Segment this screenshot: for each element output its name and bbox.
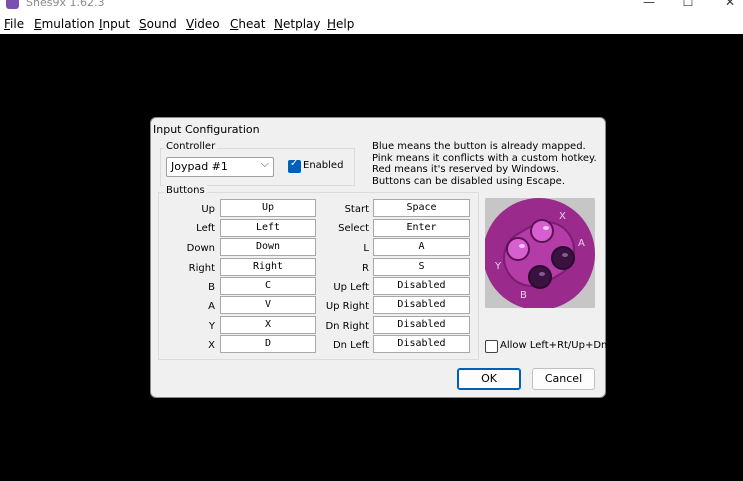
minimize-button[interactable]: —: [639, 0, 659, 11]
allow-left-right-up-down-label: Allow Left+Rt/Up+Dn: [500, 340, 608, 351]
dialog-title: Input Configuration: [153, 123, 260, 136]
controller-select-value: Joypad #1: [171, 160, 228, 173]
binding-label-b: B: [208, 282, 215, 293]
binding-field-dn-right[interactable]: Disabled: [373, 316, 470, 334]
menu-help[interactable]: Help: [327, 17, 354, 31]
legend-line: Pink means it conflicts with a custom ho…: [372, 152, 597, 164]
binding-field-up-left[interactable]: Disabled: [373, 277, 470, 295]
binding-field-select[interactable]: Enter: [373, 219, 470, 237]
enabled-label: Enabled: [303, 160, 344, 171]
binding-label-y: Y: [208, 321, 215, 332]
binding-label-dn-right: Dn Right: [325, 321, 369, 332]
binding-label-down: Down: [186, 243, 215, 254]
checkmark-icon: ✓: [290, 158, 299, 169]
snes9x-app-icon: [6, 0, 19, 9]
menu-emulation[interactable]: Emulation: [34, 17, 95, 31]
binding-label-x: X: [208, 340, 215, 351]
y-letter: Y: [494, 261, 502, 272]
binding-label-up-left: Up Left: [333, 282, 369, 293]
binding-label-r: R: [362, 263, 369, 274]
cancel-button[interactable]: Cancel: [532, 368, 595, 390]
legend-line: Blue means the button is already mapped.: [372, 141, 586, 152]
menu-netplay[interactable]: Netplay: [274, 17, 320, 31]
y-face-button: [506, 237, 530, 261]
input-configuration-dialog: Input Configuration Controller Joypad #1…: [150, 117, 608, 398]
binding-label-left: Left: [196, 223, 215, 234]
b-letter: B: [520, 290, 527, 301]
binding-field-y[interactable]: X: [220, 316, 316, 334]
chevron-down-icon: ⌵: [260, 157, 269, 170]
binding-field-a[interactable]: V: [220, 296, 316, 314]
b-face-button: [528, 265, 552, 289]
menu-bar: File Emulation Input Sound Video Cheat N…: [0, 14, 743, 34]
a-letter: A: [578, 238, 585, 249]
binding-label-a: A: [208, 301, 215, 312]
x-face-button: [530, 219, 554, 243]
menu-file[interactable]: File: [4, 17, 24, 31]
binding-field-b[interactable]: C: [220, 277, 316, 295]
binding-field-x[interactable]: D: [220, 335, 316, 353]
menu-video[interactable]: Video: [186, 17, 220, 31]
legend-line: Buttons can be disabled using Escape.: [372, 175, 565, 187]
legend-line: Red means it's reserved by Windows.: [372, 164, 560, 175]
binding-label-up: Up: [201, 204, 215, 215]
binding-field-up[interactable]: Up: [220, 199, 316, 217]
a-face-button: [551, 246, 575, 270]
enabled-checkbox[interactable]: ✓: [288, 158, 301, 173]
binding-label-dn-left: Dn Left: [332, 340, 369, 351]
menu-input[interactable]: Input: [99, 17, 130, 31]
x-letter: X: [559, 211, 566, 222]
binding-label-up-right: Up Right: [325, 301, 369, 312]
binding-field-start[interactable]: Space: [373, 199, 470, 217]
title-bar: Snes9x 1.62.3 — ☐ ✕: [0, 0, 743, 14]
controller-group-label: Controller: [164, 141, 218, 152]
maximize-button[interactable]: ☐: [678, 0, 698, 11]
snes-controller-art: X A Y B: [485, 198, 595, 308]
close-window-button[interactable]: ✕: [720, 0, 740, 11]
controller-select[interactable]: Joypad #1 ⌵: [166, 157, 274, 177]
mapping-legend: Blue means the button is already mapped.…: [372, 141, 597, 187]
controller-image: X A Y B: [485, 198, 595, 308]
allow-left-right-up-down-checkbox[interactable]: [485, 340, 498, 353]
binding-field-left[interactable]: Left: [220, 219, 316, 237]
binding-label-select: Select: [338, 223, 369, 234]
window-title: Snes9x 1.62.3: [26, 0, 105, 9]
binding-label-l: L: [363, 243, 369, 254]
menu-cheat[interactable]: Cheat: [230, 17, 265, 31]
binding-label-right: Right: [188, 263, 215, 274]
binding-field-l[interactable]: A: [373, 238, 470, 256]
binding-field-right[interactable]: Right: [220, 258, 316, 276]
binding-field-dn-left[interactable]: Disabled: [373, 335, 470, 353]
binding-field-up-right[interactable]: Disabled: [373, 296, 470, 314]
ok-button[interactable]: OK: [457, 368, 521, 390]
binding-field-down[interactable]: Down: [220, 238, 316, 256]
binding-field-r[interactable]: S: [373, 258, 470, 276]
buttons-group-label: Buttons: [164, 185, 207, 196]
binding-label-start: Start: [344, 204, 369, 215]
menu-sound[interactable]: Sound: [139, 17, 177, 31]
